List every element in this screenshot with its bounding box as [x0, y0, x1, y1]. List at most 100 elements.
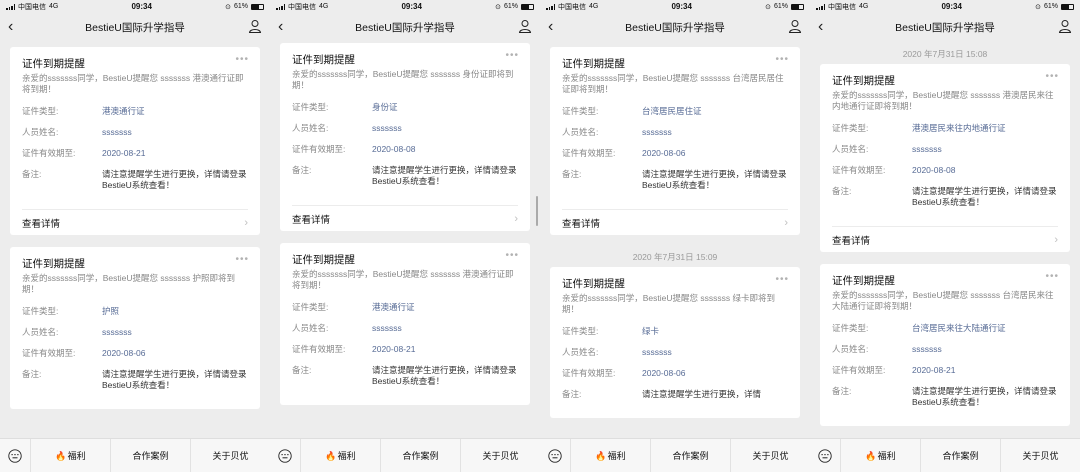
note-label: 备注:	[292, 165, 312, 175]
tab-welfare-label: 福利	[337, 450, 356, 461]
person-name-value: sssssss	[642, 127, 672, 137]
note-label: 备注:	[562, 389, 582, 399]
note-label: 备注:	[22, 169, 42, 179]
more-options-icon[interactable]: •••	[775, 275, 789, 285]
more-options-icon[interactable]: •••	[1045, 72, 1059, 82]
doc-type-label: 证件类型:	[832, 123, 869, 133]
chevron-right-icon: ›	[784, 216, 788, 229]
card-message: 亲爱的sssssss同学，BestieU提醒您 sssssss 港澳居民来往内地…	[832, 90, 1054, 111]
battery-icon	[790, 3, 804, 10]
tab-about[interactable]: 关于贝优	[1000, 438, 1080, 472]
expiry-reminder-card: 证件到期提醒 ••• 亲爱的sssssss同学，BestieU提醒您 sssss…	[820, 64, 1070, 252]
person-name-value: sssssss	[912, 144, 942, 154]
status-time: 09:34	[401, 2, 422, 11]
lock-icon: ⊙	[495, 3, 501, 11]
card-message: 亲爱的sssssss同学，BestieU提醒您 sssssss 护照即将到期！	[22, 273, 235, 294]
card-message: 亲爱的sssssss同学，BestieU提醒您 sssssss 身份证即将到期！	[292, 69, 514, 90]
more-options-icon[interactable]: •••	[505, 251, 519, 261]
status-bar: 中国电信 4G 09:34 ⊙ 61%	[810, 0, 1080, 13]
tab-welfare[interactable]: 🔥福利	[300, 438, 380, 472]
note-value: 请注意提醒学生进行更换，详情	[642, 389, 762, 399]
carrier-label: 中国电信	[18, 3, 46, 11]
card-title: 证件到期提醒	[22, 58, 85, 70]
user-profile-icon[interactable]	[518, 19, 532, 33]
expiry-value: 2020-08-08	[372, 144, 416, 154]
doc-type-value: 台湾居民来往大陆通行证	[912, 323, 1006, 333]
person-name-label: 人员姓名:	[22, 327, 59, 337]
user-profile-icon[interactable]	[1058, 19, 1072, 33]
scrollbar[interactable]	[536, 196, 538, 226]
tab-welfare[interactable]: 🔥福利	[30, 438, 110, 472]
back-arrow-icon[interactable]: ‹	[278, 19, 292, 35]
keyboard-icon[interactable]	[810, 448, 840, 463]
more-options-icon[interactable]: •••	[235, 255, 249, 265]
doc-type-label: 证件类型:	[292, 102, 329, 112]
keyboard-icon[interactable]	[270, 448, 300, 463]
expiry-value: 2020-08-21	[912, 365, 956, 375]
expiry-value: 2020-08-06	[642, 368, 686, 378]
network-label: 4G	[49, 3, 59, 10]
expiry-label: 证件有效期至:	[832, 165, 886, 175]
view-details-label: 查看详情	[832, 235, 871, 247]
tab-welfare[interactable]: 🔥福利	[840, 438, 920, 472]
tab-about[interactable]: 关于贝优	[460, 438, 540, 472]
view-details-link[interactable]: 查看详情 ›	[832, 226, 1058, 252]
note-label: 备注:	[832, 386, 852, 396]
doc-type-label: 证件类型:	[832, 323, 869, 333]
bottom-menu-bar: 🔥福利 合作案例 关于贝优	[270, 438, 540, 472]
view-details-link[interactable]: 查看详情 ›	[562, 209, 788, 235]
note-value: 请注意提醒学生进行更换，详情请登录 BestieU系统查看！	[102, 369, 247, 390]
doc-type-value: 身份证	[372, 102, 398, 112]
card-title: 证件到期提醒	[562, 278, 625, 290]
person-name-value: sssssss	[102, 327, 132, 337]
note-value: 请注意提醒学生进行更换，详情请登录 BestieU系统查看！	[642, 169, 787, 190]
card-title: 证件到期提醒	[832, 275, 895, 287]
tab-welfare-label: 福利	[877, 450, 896, 461]
tab-about[interactable]: 关于贝优	[190, 438, 270, 472]
view-details-label: 查看详情	[292, 214, 331, 226]
battery-icon	[1060, 3, 1074, 10]
user-profile-icon[interactable]	[248, 19, 262, 33]
tab-about[interactable]: 关于贝优	[730, 438, 810, 472]
doc-type-label: 证件类型:	[562, 106, 599, 116]
expiry-value: 2020-08-21	[102, 148, 146, 158]
status-time: 09:34	[941, 2, 962, 11]
person-name-label: 人员姓名:	[832, 344, 869, 354]
back-arrow-icon[interactable]: ‹	[548, 19, 562, 35]
back-arrow-icon[interactable]: ‹	[8, 19, 22, 35]
view-details-label: 查看详情	[562, 218, 601, 230]
more-options-icon[interactable]: •••	[1045, 272, 1059, 282]
view-details-link[interactable]: 查看详情 ›	[22, 209, 248, 235]
fire-icon: 🔥	[325, 450, 337, 461]
tab-cases[interactable]: 合作案例	[650, 438, 730, 472]
tab-welfare[interactable]: 🔥福利	[570, 438, 650, 472]
tab-cases[interactable]: 合作案例	[110, 438, 190, 472]
more-options-icon[interactable]: •••	[235, 55, 249, 65]
phone-screen-4: 中国电信 4G 09:34 ⊙ 61% ‹ BestieU国际升学指导 2020…	[810, 0, 1080, 472]
message-feed: 证件到期提醒 ••• 亲爱的sssssss同学，BestieU提醒您 sssss…	[0, 47, 270, 438]
tab-cases[interactable]: 合作案例	[380, 438, 460, 472]
phone-screen-2: 中国电信 4G 09:34 ⊙ 61% ‹ BestieU国际升学指导 证件到期…	[270, 0, 540, 472]
expiry-label: 证件有效期至:	[562, 368, 616, 378]
network-label: 4G	[859, 3, 869, 10]
expiry-label: 证件有效期至:	[562, 148, 616, 158]
phone-screen-1: 中国电信 4G 09:34 ⊙ 61% ‹ BestieU国际升学指导 证件到期…	[0, 0, 270, 472]
person-name-value: sssssss	[102, 127, 132, 137]
battery-icon	[520, 3, 534, 10]
message-feed: 证件到期提醒 ••• 亲爱的sssssss同学，BestieU提醒您 sssss…	[270, 43, 540, 438]
bottom-menu-bar: 🔥福利 合作案例 关于贝优	[810, 438, 1080, 472]
person-name-label: 人员姓名:	[292, 323, 329, 333]
more-options-icon[interactable]: •••	[505, 51, 519, 61]
view-details-link[interactable]: 查看详情 ›	[292, 205, 518, 231]
tab-welfare-label: 福利	[607, 450, 626, 461]
keyboard-icon[interactable]	[0, 448, 30, 463]
more-options-icon[interactable]: •••	[775, 55, 789, 65]
user-profile-icon[interactable]	[788, 19, 802, 33]
expiry-label: 证件有效期至:	[292, 344, 346, 354]
page-title: BestieU国际升学指导	[85, 21, 185, 34]
back-arrow-icon[interactable]: ‹	[818, 19, 832, 35]
phone-screen-3: 中国电信 4G 09:34 ⊙ 61% ‹ BestieU国际升学指导 证件到期…	[540, 0, 810, 472]
battery-percent: 61%	[503, 3, 518, 10]
tab-cases[interactable]: 合作案例	[920, 438, 1000, 472]
keyboard-icon[interactable]	[540, 448, 570, 463]
